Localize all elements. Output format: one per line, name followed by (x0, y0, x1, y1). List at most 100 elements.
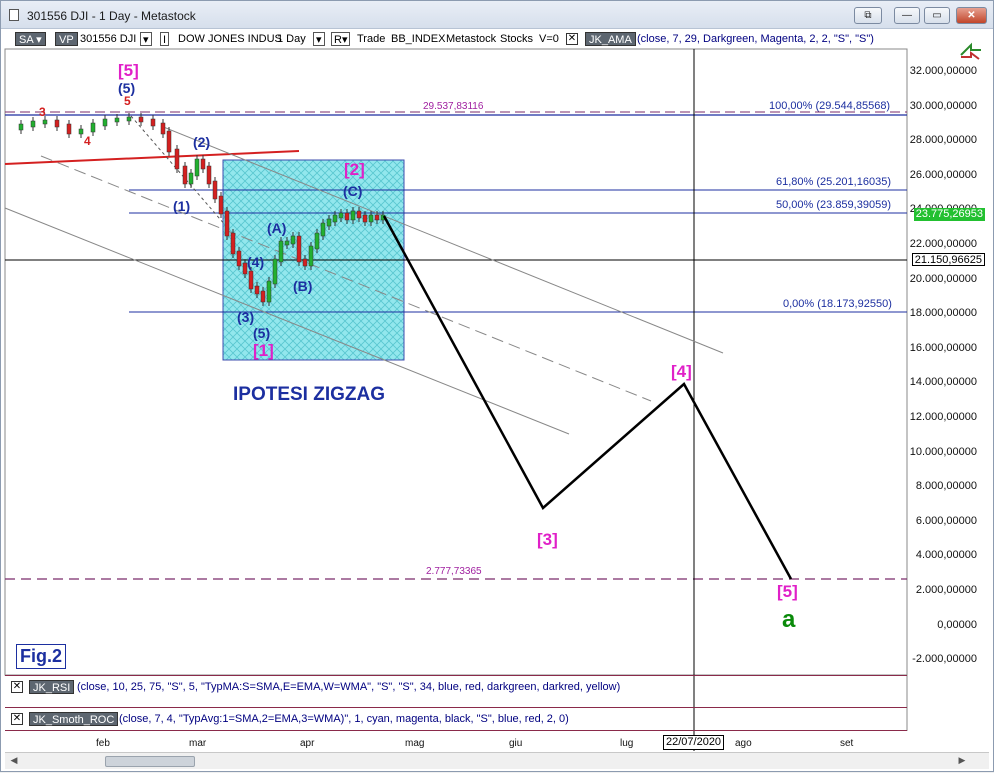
price-tick-label: 18.000,00000 (909, 307, 977, 320)
roc-panel[interactable]: ✕ JK_Smoth_ROC (close, 7, 4, "TypAvg:1=S… (5, 707, 907, 729)
symbol-dropdown-icon[interactable]: ▾ (140, 32, 152, 46)
wave-5-red-label: 5 (124, 94, 131, 108)
candle-body (30, 120, 36, 128)
wave-1-bracket-label: [1] (253, 341, 274, 360)
instrument-icon[interactable]: I (160, 32, 170, 46)
wave-c-label: (C) (343, 183, 363, 199)
rsi-indicator-name[interactable]: JK_RSI (29, 680, 75, 694)
wave-5-label: (5) (253, 325, 271, 341)
candle-body (296, 235, 302, 263)
figure-label: Fig.2 (16, 644, 67, 669)
roc-params: (close, 7, 4, "TypAvg:1=SMA,2=EMA,3=WMA)… (119, 713, 569, 725)
wave-2-label: (2) (193, 134, 211, 150)
candle-body (302, 258, 308, 267)
top-line-label: 29.537,83116 (423, 101, 484, 112)
price-tick-label: 22.000,00000 (909, 238, 977, 250)
candle-body (174, 148, 180, 170)
candle-body (218, 195, 224, 215)
arrows-icon[interactable] (959, 41, 983, 61)
price-tick-label: 28.000,00000 (909, 134, 977, 147)
candle-body (160, 122, 166, 135)
vp-button[interactable]: VP (55, 32, 78, 46)
candle-body (200, 158, 206, 170)
candle-body (248, 270, 254, 290)
wave-2-bracket-label: [2] (344, 160, 365, 179)
candle-body (368, 214, 374, 223)
candle-body (356, 210, 362, 219)
price-tick-label: 4.000,00000 (915, 549, 977, 562)
ama-params: (close, 7, 29, Darkgreen, Magenta, 2, 2,… (637, 33, 874, 45)
candle-body (362, 214, 368, 223)
price-tick-label: 30.000,00000 (909, 99, 977, 112)
r-menu-icon[interactable]: R▾ (331, 32, 351, 46)
price-tick-label: -2.000,00000 (912, 653, 977, 666)
wave-a-green-label: a (782, 606, 796, 633)
candle-body (290, 235, 296, 245)
candle-body (224, 210, 230, 237)
time-tick-label: mar (189, 738, 207, 749)
metastock-window: 301556 DJI - 1 Day - Metastock ⧉ — ▭ ✕ S… (0, 0, 994, 772)
time-tick-label: ago (735, 738, 752, 749)
price-chart[interactable] (1, 1, 994, 773)
price-tick-label: 16.000,00000 (909, 341, 977, 354)
price-tick-label: 14.000,00000 (909, 376, 977, 389)
fib-0-label: 0,00% (18.173,92550) (783, 298, 892, 310)
candle-body (284, 240, 290, 246)
instrument-label: DOW JONES INDUS (178, 33, 282, 45)
price-tick-label: 8.000,00000 (915, 480, 977, 493)
wave-b-label: (B) (293, 278, 313, 294)
roc-indicator-name[interactable]: JK_Smoth_ROC (29, 712, 119, 726)
wave-a-label: (A) (267, 220, 287, 236)
source-label: Metastock (446, 33, 497, 45)
candle-body (230, 232, 236, 255)
candle-body (272, 258, 278, 285)
candle-body (182, 165, 188, 185)
candle-body (320, 222, 326, 237)
candle-body (254, 285, 260, 295)
wave-5-bracket-label: [5] (777, 582, 798, 601)
scroll-thumb[interactable] (105, 756, 195, 767)
wave-4-label: (4) (247, 254, 265, 270)
rsi-panel[interactable]: ✕ JK_RSI (close, 10, 25, 75, "S", 5, "Ty… (5, 675, 907, 697)
close-roc-icon[interactable]: ✕ (11, 713, 23, 725)
candle-body (54, 119, 60, 128)
candle-body (326, 218, 332, 227)
wave-3-red-label: 3 (39, 105, 46, 119)
period-dropdown-icon[interactable]: ▾ (313, 32, 325, 46)
ama-indicator[interactable]: JK_AMA (585, 32, 636, 46)
trade-label: Trade (357, 33, 386, 45)
wave-5-big-label: [5] (118, 61, 139, 80)
wave-3-label: (3) (237, 309, 255, 325)
scroll-right-icon[interactable]: ▶ (955, 755, 969, 768)
time-tick-label: giu (509, 738, 523, 749)
rsi-params: (close, 10, 25, 75, "S", 5, "TypMA:S=SMA… (77, 681, 621, 693)
candle-body (150, 118, 156, 127)
fib-100-label: 100,00% (29.544,85568) (769, 100, 891, 112)
price-tick-label: 32.000,00000 (909, 65, 977, 77)
candle-body (314, 232, 320, 250)
price-tick-label: 6.000,00000 (915, 514, 977, 527)
scroll-left-icon[interactable]: ◀ (7, 755, 21, 768)
time-tick-label: feb (96, 738, 110, 749)
close-indicator-icon[interactable]: ✕ (566, 33, 578, 45)
candle-body (18, 123, 24, 131)
horizontal-scrollbar[interactable]: ◀ ▶ (5, 752, 989, 769)
candle-body (338, 212, 344, 219)
candle-body (344, 212, 350, 221)
bottom-line-label: 2.777,73365 (426, 566, 482, 577)
cursor-price-tag: 21.150,96625 (911, 253, 985, 266)
sa-button[interactable]: SA ▾ (15, 32, 46, 46)
wave-3-bracket-label: [3] (537, 530, 558, 549)
close-rsi-icon[interactable]: ✕ (11, 681, 23, 693)
candle-body (166, 130, 172, 153)
candle-body (374, 214, 380, 221)
candle-body (102, 118, 108, 127)
price-tick-label: 26.000,00000 (909, 168, 977, 181)
panel-divider (5, 730, 907, 731)
price-tick-label: 2.000,00000 (915, 584, 977, 596)
bb-index-label: BB_INDEX (391, 33, 446, 45)
ipotesi-title: IPOTESI ZIGZAG (233, 384, 386, 405)
candle-body (78, 128, 84, 135)
candle-body (188, 172, 194, 185)
candle-body (206, 165, 212, 185)
